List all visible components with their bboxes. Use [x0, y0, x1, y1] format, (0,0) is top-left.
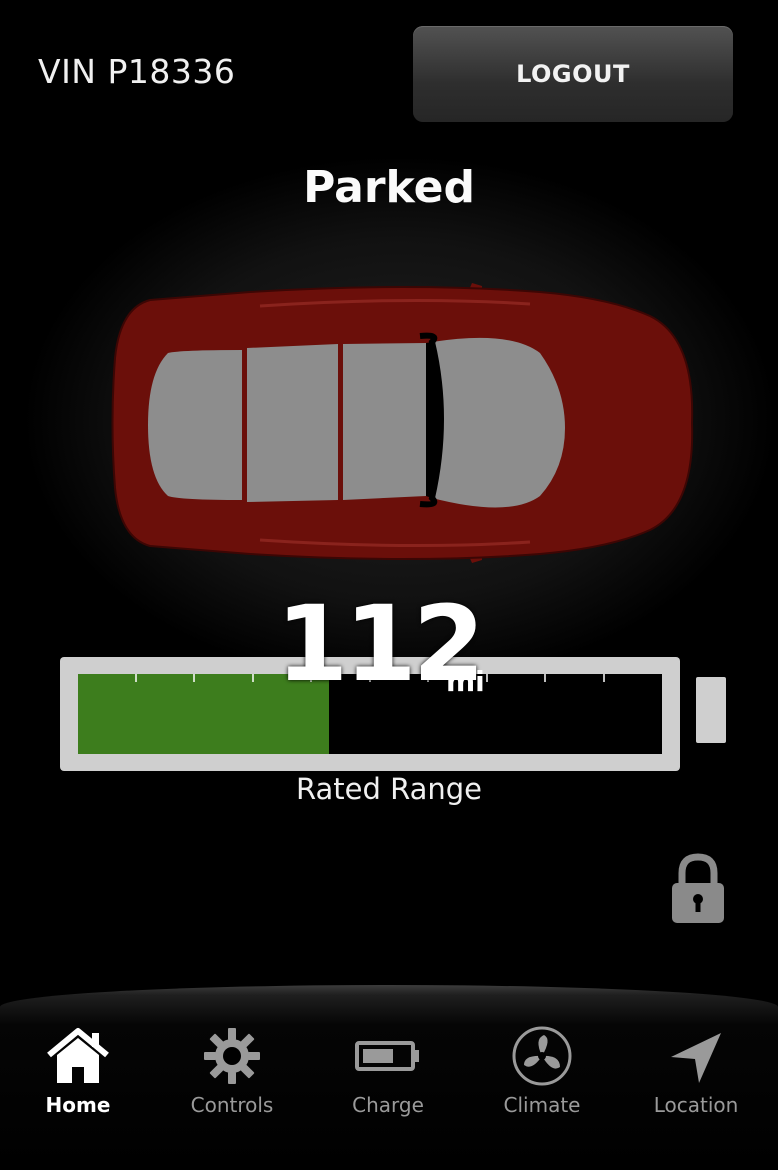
car-windshield [432, 337, 565, 508]
battery-icon [355, 1041, 419, 1071]
nav-charge[interactable]: Charge [318, 1025, 458, 1117]
car-roof-panel [247, 344, 338, 502]
nav-label: Location [653, 1093, 739, 1117]
car-rear-window [148, 350, 242, 500]
lock-icon[interactable] [670, 853, 726, 925]
range-label: Rated Range [295, 772, 483, 806]
range-unit: mi [446, 665, 485, 698]
nav-climate[interactable]: Climate [472, 1025, 612, 1117]
nav-home[interactable]: Home [8, 1025, 148, 1117]
car-top-view-image[interactable] [110, 278, 695, 568]
logout-button[interactable]: LOGOUT [413, 26, 733, 122]
app-screen: VIN P18336 LOGOUT Parked 112 mi Rated Ra… [0, 0, 778, 1170]
vin-label: VIN P18336 [38, 52, 236, 91]
battery-cap [696, 677, 726, 743]
nav-controls[interactable]: Controls [162, 1025, 302, 1117]
nav-label: Climate [503, 1093, 581, 1117]
fan-icon [512, 1026, 572, 1086]
location-arrow-icon [671, 1033, 721, 1083]
car-roof-panel [343, 343, 426, 500]
nav-label: Home [45, 1093, 111, 1117]
nav-label: Controls [190, 1093, 274, 1117]
gear-icon [204, 1028, 260, 1084]
nav-location[interactable]: Location [626, 1025, 766, 1117]
nav-label: Charge [352, 1093, 424, 1117]
home-icon [47, 1028, 109, 1083]
vehicle-status: Parked [303, 162, 475, 213]
